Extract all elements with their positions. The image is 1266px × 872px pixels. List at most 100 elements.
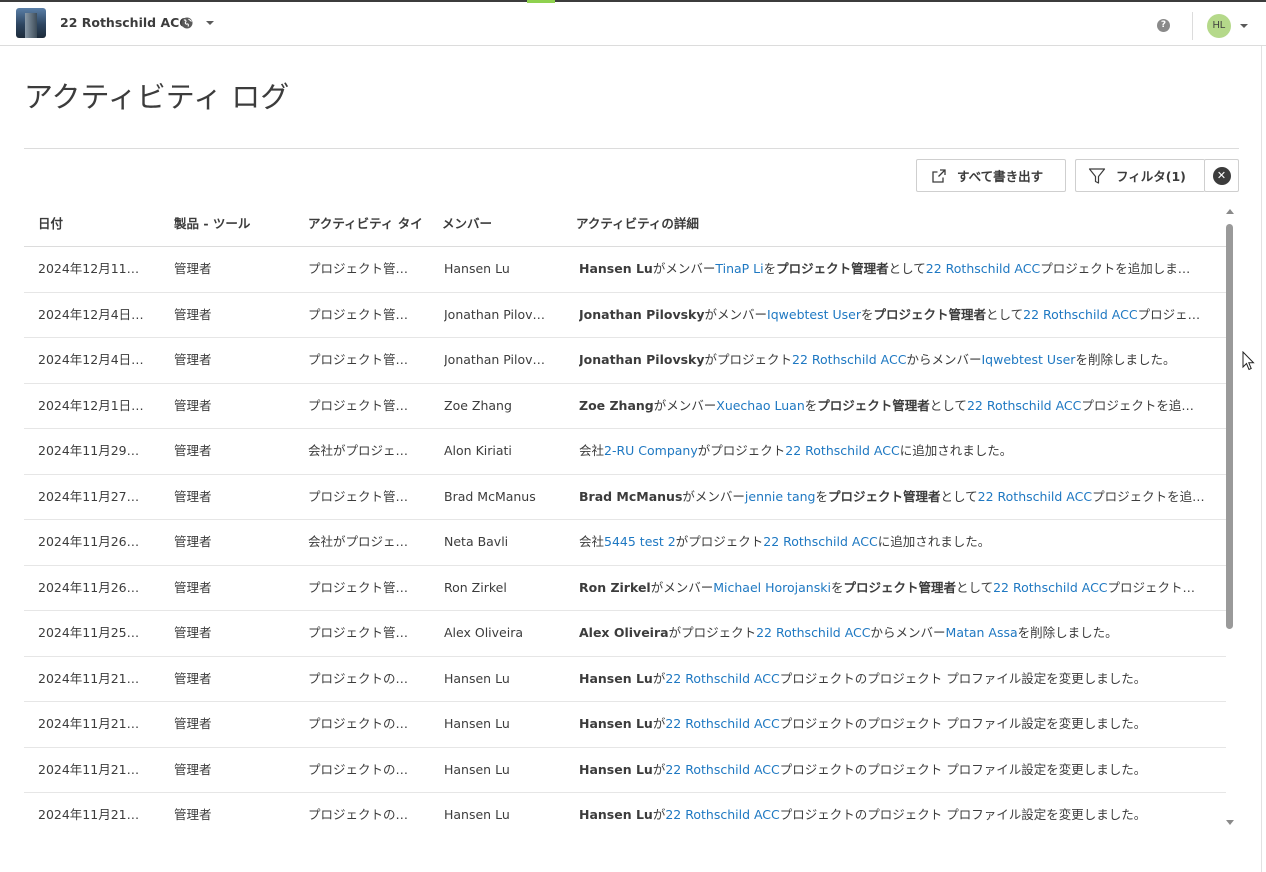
detail-text: がプロジェクト bbox=[697, 443, 786, 458]
detail-link[interactable]: 22 Rothschild ACC bbox=[967, 398, 1081, 413]
column-header-activity-type[interactable]: アクティビティ タイ bbox=[308, 202, 440, 246]
cell-product-tool: 管理者 bbox=[174, 443, 212, 458]
cell-activity-type: プロジェクトの… bbox=[308, 670, 409, 686]
clear-filter-button[interactable]: ✕ bbox=[1204, 159, 1239, 192]
detail-text: を bbox=[830, 579, 844, 595]
activity-log-table: 日付 製品 - ツール アクティビティ タイ メンバー アクティビティの詳細 2… bbox=[24, 202, 1226, 830]
detail-link[interactable]: 22 Rothschild ACC bbox=[993, 580, 1107, 595]
detail-link[interactable]: 2-RU Company bbox=[604, 443, 698, 458]
detail-link[interactable]: jennie tang bbox=[745, 489, 816, 504]
table-row[interactable]: 2024年11月26… 管理者 プロジェクト管… Ron Zirkel Ron Zirk… bbox=[24, 566, 1226, 611]
cell-member: Neta Bavli bbox=[444, 534, 509, 549]
cell-product-tool: 管理者 bbox=[174, 625, 212, 640]
detail-link[interactable]: 22 Rothschild ACC bbox=[1023, 307, 1137, 322]
column-header-member[interactable]: メンバー bbox=[442, 202, 562, 246]
table-header: 日付 製品 - ツール アクティビティ タイ メンバー アクティビティの詳細 bbox=[24, 202, 1226, 247]
table-row[interactable]: 2024年11月21日… 管理者 プロジェクトの… Hansen Lu Hansen L… bbox=[24, 702, 1226, 748]
detail-text: がメンバー bbox=[653, 397, 717, 413]
cell-date: 2024年11月21日… bbox=[38, 807, 146, 822]
detail-actor-name: プロジェクト管理者 bbox=[873, 306, 987, 322]
cell-date: 2024年11月21日… bbox=[38, 670, 146, 686]
detail-link[interactable]: 22 Rothschild ACC bbox=[785, 443, 899, 458]
detail-link[interactable]: 22 Rothschild ACC bbox=[763, 534, 877, 549]
table-row[interactable]: 2024年12月4日 … 管理者 プロジェクト管… Jonathan Pilov… Jo… bbox=[24, 293, 1226, 338]
column-header-date[interactable]: 日付 bbox=[38, 202, 158, 246]
detail-link[interactable]: 22 Rothschild ACC bbox=[665, 807, 779, 822]
detail-text: として bbox=[986, 306, 1024, 322]
detail-actor-name: Brad McManus bbox=[579, 488, 683, 504]
cell-activity-detail: 会社2-RU Companyがプロジェクト22 Rothschild ACCに追… bbox=[579, 429, 1209, 474]
table-row[interactable]: 2024年11月26… 管理者 会社がプロジェ… Neta Bavli 会社5445 t… bbox=[24, 520, 1226, 566]
detail-actor-name: Jonathan Pilovsky bbox=[579, 352, 705, 367]
detail-actor-name: Hansen Lu bbox=[579, 261, 653, 276]
detail-text: がメンバー bbox=[682, 488, 745, 504]
table-row[interactable]: 2024年11月29… 管理者 会社がプロジェ… Alon Kiriati 会社2-RU… bbox=[24, 429, 1226, 475]
column-header-activity-detail[interactable]: アクティビティの詳細 bbox=[576, 202, 876, 246]
detail-text: として bbox=[955, 579, 994, 595]
detail-text: 会社 bbox=[579, 534, 605, 549]
project-chevron-down-icon[interactable] bbox=[205, 20, 215, 26]
avatar[interactable]: HL bbox=[1207, 14, 1231, 38]
detail-text: を削除しました。 bbox=[1017, 625, 1118, 640]
column-header-product-tool[interactable]: 製品 - ツール bbox=[174, 202, 294, 246]
table-row[interactable]: 2024年11月27… 管理者 プロジェクト管… Brad McManus Brad M… bbox=[24, 475, 1226, 520]
page-title: アクティビティ ログ bbox=[24, 80, 290, 114]
cell-activity-type: プロジェクトの… bbox=[308, 716, 409, 731]
cell-product-tool: 管理者 bbox=[174, 579, 212, 595]
help-icon[interactable]: ? bbox=[1157, 19, 1170, 32]
detail-link[interactable]: 22 Rothschild ACC bbox=[978, 489, 1092, 504]
detail-link[interactable]: Xuechao Luan bbox=[716, 398, 805, 413]
detail-link[interactable]: Michael Horojanski bbox=[713, 580, 831, 595]
table-row[interactable]: 2024年11月25… 管理者 プロジェクト管… Alex Oliveira Alex … bbox=[24, 611, 1226, 657]
table-row[interactable]: 2024年12月1日 … 管理者 プロジェクト管… Zoe Zhang Zoe Zhan… bbox=[24, 384, 1226, 429]
detail-text: がメンバー bbox=[652, 261, 716, 276]
cell-activity-type: 会社がプロジェ… bbox=[308, 443, 409, 458]
detail-actor-name: Jonathan Pilovsky bbox=[579, 306, 705, 322]
table-row[interactable]: 2024年12月11日… 管理者 プロジェクト管… Hansen Lu Hansen L… bbox=[24, 247, 1226, 293]
detail-link[interactable]: TinaP Li bbox=[715, 261, 763, 276]
cell-activity-detail: Hansen LuがメンバーTinaP Liをプロジェクト管理者として22 Ro… bbox=[579, 247, 1209, 292]
cell-date: 2024年12月11日… bbox=[38, 261, 146, 276]
cell-date: 2024年11月26… bbox=[38, 579, 140, 595]
detail-link[interactable]: 22 Rothschild ACC bbox=[756, 625, 870, 640]
detail-link[interactable]: Iqwebtest User bbox=[981, 352, 1075, 367]
detail-link[interactable]: 22 Rothschild ACC bbox=[926, 261, 1040, 276]
cell-member: Hansen Lu bbox=[444, 761, 510, 777]
detail-link[interactable]: 22 Rothschild ACC bbox=[665, 762, 779, 777]
cell-product-tool: 管理者 bbox=[174, 261, 212, 276]
cell-member: Ron Zirkel bbox=[444, 579, 507, 595]
table-row[interactable]: 2024年11月21日… 管理者 プロジェクトの… Hansen Lu Hansen L… bbox=[24, 748, 1226, 793]
cell-activity-detail: Brad McManusがメンバーjennie tangをプロジェクト管理者とし… bbox=[579, 475, 1209, 520]
detail-link[interactable]: 22 Rothschild ACC bbox=[792, 352, 906, 367]
detail-text: がメンバー bbox=[650, 579, 714, 595]
table-scrollbar[interactable] bbox=[1224, 206, 1236, 828]
detail-text: 会社 bbox=[579, 443, 605, 458]
project-name[interactable]: 22 Rothschild ACC bbox=[60, 15, 188, 30]
detail-link[interactable]: 22 Rothschild ACC bbox=[665, 716, 779, 731]
table-row[interactable]: 2024年11月21日… 管理者 プロジェクトの… Hansen Lu Hansen L… bbox=[24, 793, 1226, 830]
detail-link[interactable]: Iqwebtest User bbox=[767, 307, 861, 322]
table-row[interactable]: 2024年12月4日 … 管理者 プロジェクト管… Jonathan Pilov… Jo… bbox=[24, 338, 1226, 384]
scroll-thumb[interactable] bbox=[1226, 224, 1233, 629]
cell-activity-detail: Jonathan Pilovskyがプロジェクト22 Rothschild AC… bbox=[579, 338, 1209, 383]
detail-text: がメンバー bbox=[704, 306, 768, 322]
export-all-button[interactable]: すべて書き出す bbox=[916, 159, 1066, 192]
detail-link[interactable]: Matan Assa bbox=[946, 625, 1018, 640]
detail-link[interactable]: 22 Rothschild ACC bbox=[665, 671, 779, 686]
detail-text: を bbox=[860, 306, 874, 322]
header-divider bbox=[1192, 12, 1193, 40]
cell-member: Hansen Lu bbox=[444, 807, 510, 822]
user-menu-chevron-down-icon[interactable] bbox=[1239, 23, 1249, 29]
scroll-down-arrow[interactable] bbox=[1226, 820, 1234, 825]
filter-button[interactable]: フィルタ(1) bbox=[1075, 159, 1205, 192]
cell-activity-type: プロジェクト管… bbox=[308, 625, 409, 640]
cell-product-tool: 管理者 bbox=[174, 488, 212, 504]
building-thumbnail-icon[interactable] bbox=[16, 8, 46, 38]
cell-product-tool: 管理者 bbox=[174, 807, 212, 822]
detail-text: が bbox=[652, 807, 666, 822]
table-row[interactable]: 2024年11月21日… 管理者 プロジェクトの… Hansen Lu Hansen L… bbox=[24, 657, 1226, 702]
scroll-up-arrow[interactable] bbox=[1226, 209, 1234, 214]
detail-link[interactable]: 5445 test 2 bbox=[604, 534, 676, 549]
cell-activity-detail: Hansen Luが22 Rothschild ACCプロジェクトのプロジェクト… bbox=[579, 793, 1209, 830]
title-divider bbox=[24, 148, 1239, 149]
